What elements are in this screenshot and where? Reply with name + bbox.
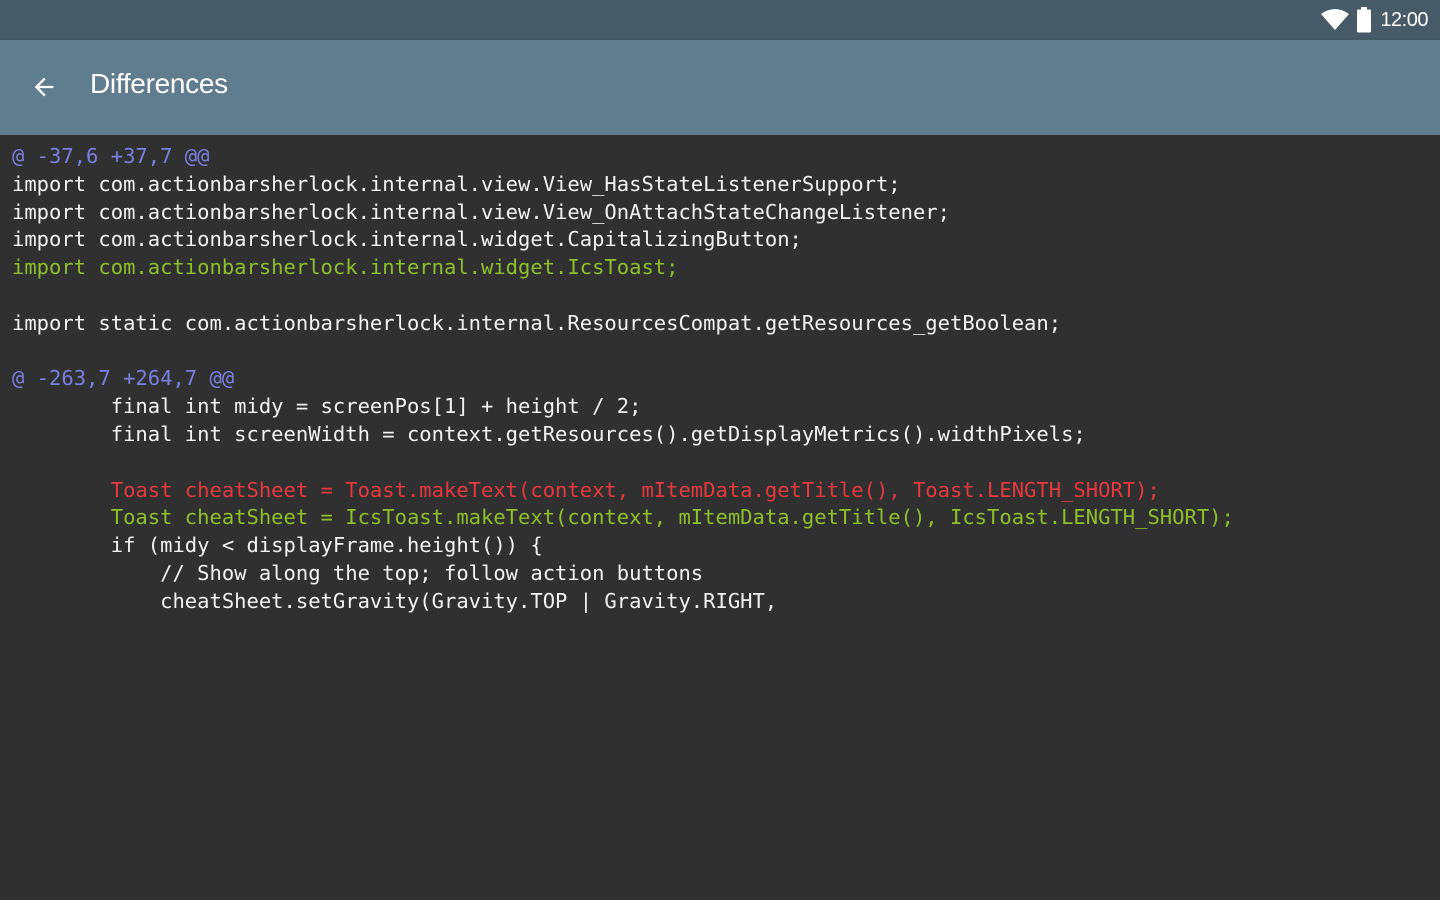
diff-context-line: [12, 282, 1234, 310]
diff-context-line: // Show along the top; follow action but…: [12, 560, 704, 585]
diff-context-line: final int screenWidth = context.getResou…: [12, 421, 1086, 446]
diff-context-line: [12, 338, 1234, 366]
arrow-back-icon: [34, 77, 54, 97]
diff-added-line: Toast cheatSheet = IcsToast.makeText(con…: [12, 505, 1234, 530]
diff-content: @ -37,6 +37,7 @@ import com.actionbarsher…: [12, 143, 1234, 616]
wifi-icon: [1320, 9, 1350, 31]
diff-context-line: final int midy = screenPos[1] + height /…: [12, 394, 642, 419]
diff-context-line: cheatSheet.setGravity(Gravity.TOP | Grav…: [12, 588, 778, 613]
diff-context-line: import com.actionbarsherlock.internal.vi…: [12, 171, 901, 196]
page-title: Differences: [90, 68, 228, 99]
diff-context-line: import com.actionbarsherlock.internal.wi…: [12, 227, 802, 252]
diff-removed-line: Toast cheatSheet = Toast.makeText(contex…: [12, 477, 1160, 502]
battery-icon: [1356, 7, 1372, 33]
diff-context-line: [12, 449, 1234, 477]
back-button[interactable]: [20, 63, 68, 111]
clock-time: 12:00: [1380, 8, 1428, 31]
diff-hunk-header: @ -263,7 +264,7 @@: [12, 366, 235, 391]
diff-added-line: import com.actionbarsherlock.internal.wi…: [12, 255, 679, 280]
status-bar: 12:00: [0, 0, 1440, 40]
diff-context-line: import com.actionbarsherlock.internal.vi…: [12, 199, 950, 224]
status-icons: 12:00: [1320, 0, 1428, 40]
diff-view[interactable]: @ -37,6 +37,7 @@ import com.actionbarsher…: [0, 135, 1440, 900]
app-bar: Differences: [0, 40, 1440, 135]
diff-context-line: if (midy < displayFrame.height()) {: [12, 533, 543, 558]
diff-context-line: import static com.actionbarsherlock.inte…: [12, 310, 1062, 335]
diff-hunk-header: @ -37,6 +37,7 @@: [12, 144, 210, 168]
